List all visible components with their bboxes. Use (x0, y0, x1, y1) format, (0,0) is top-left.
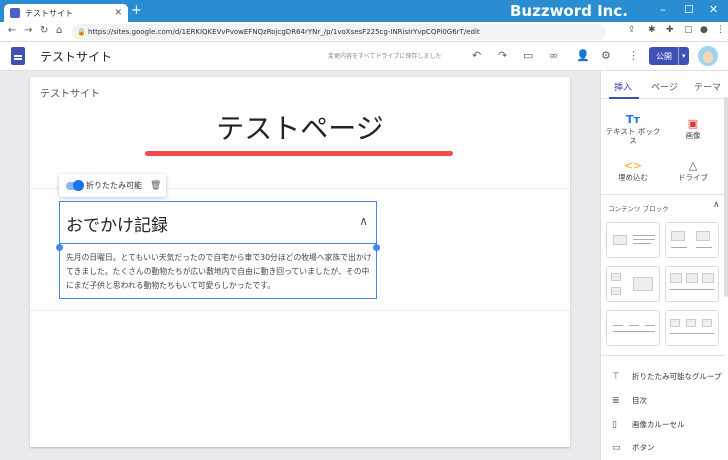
avatar[interactable] (698, 46, 718, 66)
delete-icon[interactable]: 🗑 (150, 181, 161, 191)
chevron-up-icon[interactable]: ∧ (713, 200, 720, 210)
header-site-name[interactable]: テストサイト (40, 48, 112, 65)
publish-dropdown-icon[interactable]: ▾ (678, 47, 686, 65)
resize-handle[interactable] (373, 244, 380, 251)
collapsible-group-icon: ⊤ (612, 371, 620, 382)
drive-icon: △ (688, 159, 698, 172)
panel-divider (601, 194, 725, 195)
site-favicon-icon (10, 8, 20, 18)
section-divider (30, 310, 570, 311)
resize-handle[interactable] (56, 244, 63, 251)
list-item-label: 画像カルーセル (632, 420, 685, 429)
tab-pages[interactable]: ページ (651, 80, 678, 93)
insert-collapsible-group[interactable]: ⊤ 折りたたみ可能なグループ (612, 371, 722, 382)
browser-menu-icon[interactable]: ⋮ (716, 25, 725, 35)
page-site-name[interactable]: テストサイト (40, 85, 100, 100)
table-of-contents-icon: ≣ (612, 395, 620, 406)
insert-button[interactable]: ▭ ボタン (612, 442, 655, 453)
insert-image[interactable]: ▣ 画像 (663, 117, 723, 140)
tab-title: テストサイト (25, 8, 73, 18)
content-block-template[interactable] (665, 310, 719, 346)
home-icon[interactable]: ⌂ (56, 25, 62, 36)
puzzle-icon[interactable]: ✚ (666, 25, 674, 35)
more-options-icon[interactable]: ⋮ (628, 49, 639, 62)
back-icon[interactable]: ← (8, 25, 16, 36)
extension-icon[interactable]: ✱ (648, 25, 656, 35)
insert-item-label: 埋め込む (618, 173, 648, 182)
publish-button[interactable]: 公開 ▾ (649, 47, 689, 65)
publish-label: 公開 (656, 51, 672, 61)
list-item-label: 目次 (632, 396, 647, 405)
insert-panel: 挿入 ページ テーマ Tт テキスト ボックス ▣ 画像 <> 埋め込む △ ド… (600, 71, 728, 460)
window-close-icon[interactable]: ✕ (709, 0, 718, 22)
address-bar: ← → ↻ ⌂ 🔒 https://sites.google.com/d/1ER… (0, 22, 728, 42)
share-user-icon[interactable]: 👤 (576, 49, 590, 62)
sidebar-icon[interactable]: ▢ (684, 25, 693, 35)
browser-tab[interactable]: テストサイト ✕ (4, 4, 128, 22)
image-carousel-icon: ▯ (612, 419, 617, 430)
google-sites-logo-icon (11, 47, 25, 65)
url-text: https://sites.google.com/d/1ERKIQKEVvPvo… (88, 28, 480, 36)
tab-close-icon[interactable]: ✕ (114, 8, 122, 18)
toggle-label: 折りたたみ可能 (86, 181, 142, 190)
settings-gear-icon[interactable]: ⚙ (601, 49, 611, 62)
text-box-icon: Tт (626, 113, 640, 126)
minimize-icon[interactable]: – (660, 0, 666, 22)
profile-icon[interactable]: ● (700, 25, 708, 35)
active-tab-indicator (609, 97, 639, 99)
list-item-label: ボタン (632, 443, 655, 452)
panel-divider (601, 355, 725, 356)
browser-titlebar: テストサイト ✕ + Buzzword Inc. – ☐ ✕ (0, 0, 728, 22)
title-underline-highlight (145, 151, 453, 156)
tab-insert[interactable]: 挿入 (614, 80, 632, 93)
content-block-template[interactable] (606, 266, 660, 302)
collapsible-body[interactable]: 先月の日曜日。とてもいい天気だったので自宅から車で30分ほどの牧場へ家族で出かけ… (66, 251, 374, 293)
new-tab-button[interactable]: + (131, 3, 142, 18)
watermark-text: Buzzword Inc. (510, 2, 628, 20)
list-item-label: 折りたたみ可能なグループ (632, 372, 722, 381)
url-input[interactable]: 🔒 https://sites.google.com/d/1ERKIQKEVvP… (72, 24, 606, 40)
embed-icon: <> (623, 159, 643, 172)
undo-icon[interactable]: ↶ (472, 49, 481, 62)
content-block-template[interactable] (606, 222, 660, 258)
preview-icon[interactable]: ▭ (523, 49, 533, 62)
insert-item-label: 画像 (685, 131, 701, 140)
panel-tabs: 挿入 ページ テーマ (601, 71, 728, 99)
share-icon[interactable]: ⇪ (628, 25, 636, 35)
collapsible-toolbar: 折りたたみ可能 🗑 (59, 174, 166, 197)
page-title[interactable]: テストページ (30, 107, 570, 147)
insert-table-of-contents[interactable]: ≣ 目次 (612, 395, 647, 406)
collapsible-group[interactable]: おでかけ記録 ∧ 先月の日曜日。とてもいい天気だったので自宅から車で30分ほどの… (59, 201, 377, 299)
content-blocks-title: コンテンツ ブロック (608, 205, 669, 213)
forward-icon[interactable]: → (24, 25, 32, 36)
chevron-up-icon[interactable]: ∧ (359, 214, 368, 228)
editor-canvas: テストサイト テストページ 折りたたみ可能 🗑 おでかけ記録 ∧ 先月の日曜日。… (0, 71, 600, 460)
sites-header: テストサイト 変更内容をすべてドライブに保存しました ↶ ↷ ▭ ∞ 👤 ⚙ ⋮… (0, 42, 728, 71)
maximize-icon[interactable]: ☐ (684, 0, 694, 22)
reload-icon[interactable]: ↻ (40, 25, 48, 36)
content-block-template[interactable] (665, 222, 719, 258)
panel-scrollbar[interactable] (724, 97, 728, 297)
insert-text-box[interactable]: Tт テキスト ボックス (603, 113, 663, 145)
button-icon: ▭ (612, 442, 621, 453)
insert-image-carousel[interactable]: ▯ 画像カルーセル (612, 419, 685, 430)
collapsible-toggle[interactable] (66, 179, 84, 191)
insert-embed[interactable]: <> 埋め込む (603, 159, 663, 182)
insert-item-label: ドライブ (678, 173, 708, 182)
redo-icon[interactable]: ↷ (498, 49, 507, 62)
collapsible-title[interactable]: おでかけ記録 (66, 211, 168, 236)
insert-item-label: テキスト ボックス (605, 127, 661, 145)
image-icon: ▣ (687, 117, 699, 130)
tab-themes[interactable]: テーマ (694, 80, 721, 93)
collapsible-header[interactable]: おでかけ記録 ∧ (60, 202, 376, 244)
page-surface: テストサイト テストページ 折りたたみ可能 🗑 おでかけ記録 ∧ 先月の日曜日。… (30, 77, 570, 447)
save-status: 変更内容をすべてドライブに保存しました (328, 53, 442, 60)
content-block-template[interactable] (606, 310, 660, 346)
insert-drive[interactable]: △ ドライブ (663, 159, 723, 182)
content-block-template[interactable] (665, 266, 719, 302)
lock-icon: 🔒 (77, 28, 86, 36)
link-icon[interactable]: ∞ (549, 49, 558, 62)
